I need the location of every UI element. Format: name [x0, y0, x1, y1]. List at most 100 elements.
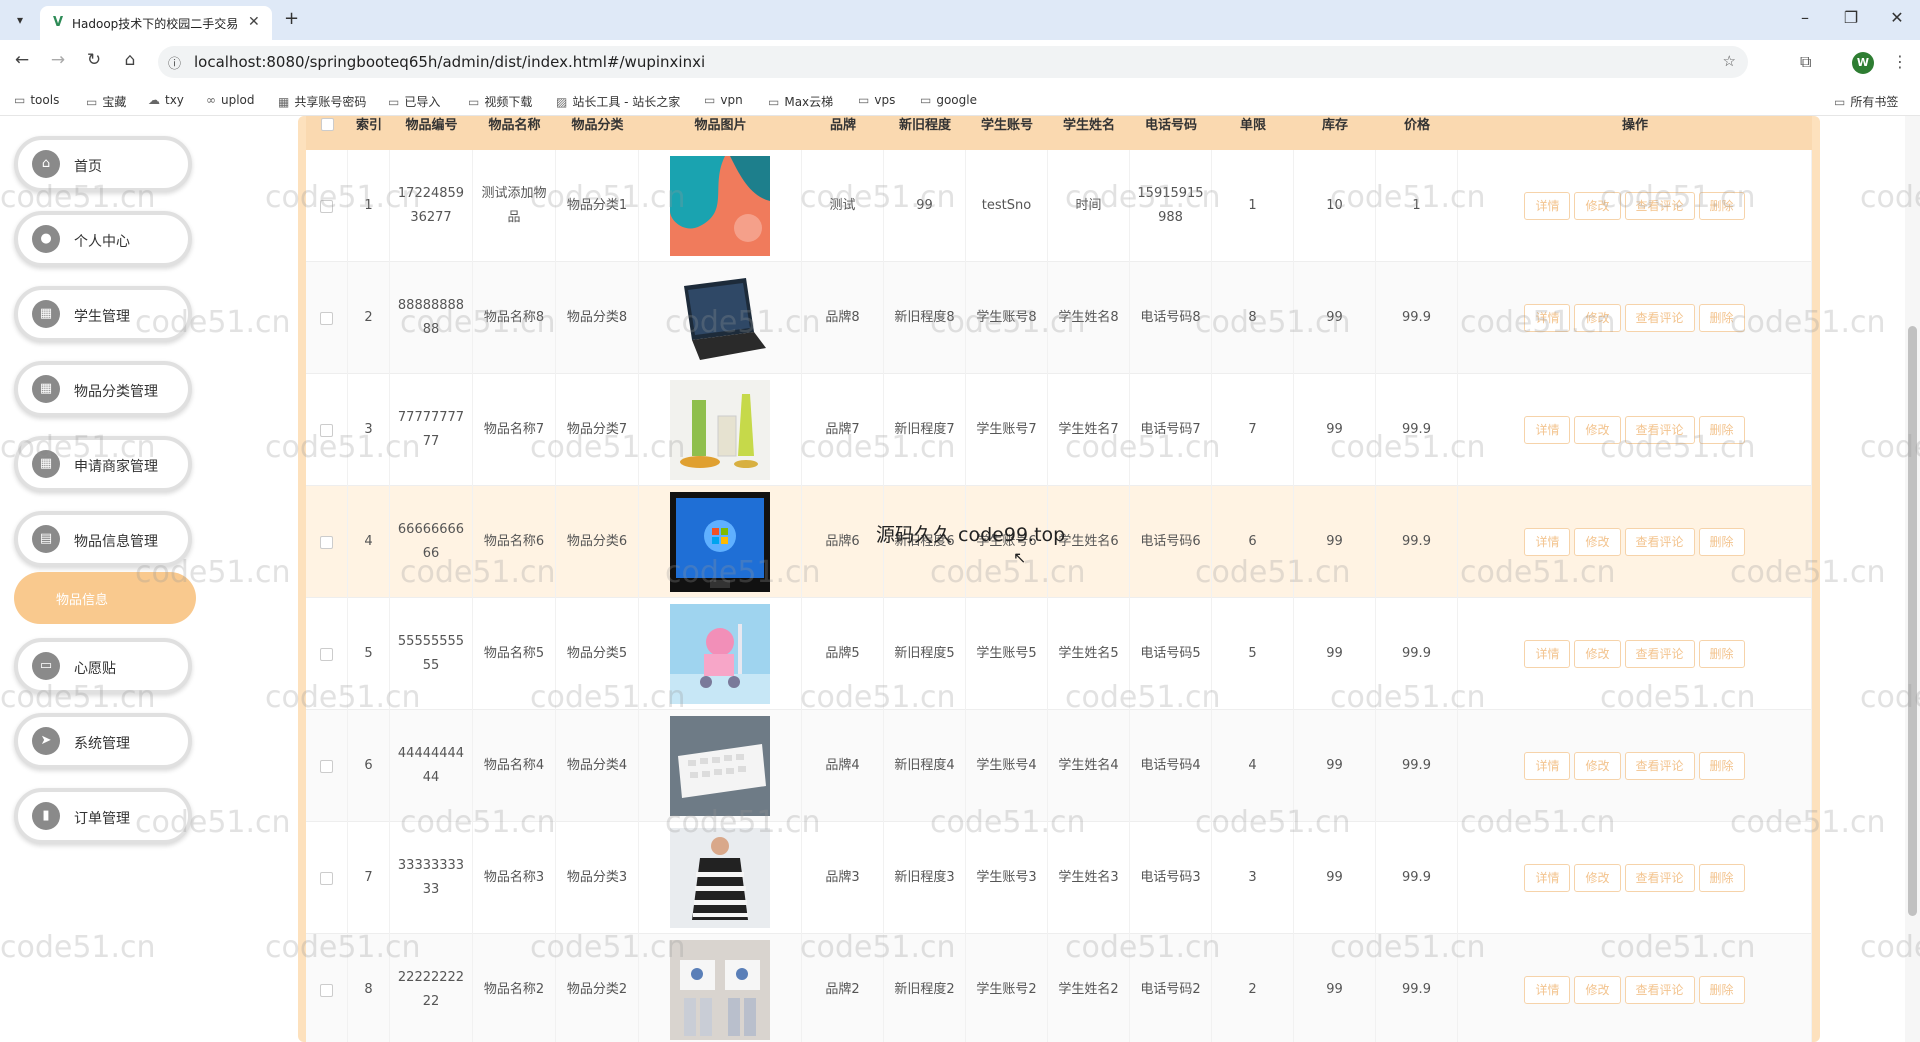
detail-button[interactable]: 详情 — [1524, 640, 1571, 668]
view-comments-button[interactable]: 查看评论 — [1624, 976, 1695, 1004]
table-row[interactable]: 5 5555555555 物品名称5 物品分类5 品牌5 新旧程度5 学生账号5 学生姓名5 电… — [306, 598, 1812, 710]
edit-button[interactable]: 修改 — [1574, 528, 1621, 556]
view-comments-button[interactable]: 查看评论 — [1624, 752, 1695, 780]
forward-arrow-icon[interactable]: → — [46, 50, 70, 70]
delete-button[interactable]: 删除 — [1698, 528, 1745, 556]
sidebar-item-orders[interactable]: ▮ 订单管理 — [14, 788, 192, 844]
site-info-icon[interactable]: ⓘ — [168, 53, 181, 72]
bookmark-item[interactable]: ▭ 已导入 — [388, 93, 440, 110]
edit-button[interactable]: 修改 — [1574, 416, 1621, 444]
column-header: 品牌 — [829, 118, 856, 133]
new-tab-icon[interactable]: + — [284, 8, 299, 29]
table-row[interactable]: 7 3333333333 物品名称3 物品分类3 品牌3 新旧程度3 学生账号3 学生姓名3 电… — [306, 822, 1812, 934]
item-image[interactable] — [670, 268, 770, 368]
item-image[interactable] — [670, 492, 770, 592]
select-all-checkbox[interactable] — [320, 118, 334, 131]
page-scrollbar[interactable] — [1905, 116, 1920, 1042]
tab-list-chevron-icon[interactable]: ▾ — [8, 9, 32, 31]
minimize-icon[interactable]: – — [1790, 8, 1820, 27]
bookmark-item[interactable]: ▦ 共享账号密码 — [278, 93, 366, 110]
delete-button[interactable]: 删除 — [1698, 752, 1745, 780]
extensions-icon[interactable]: ⧉ — [1800, 52, 1811, 72]
delete-button[interactable]: 删除 — [1698, 976, 1745, 1004]
detail-button[interactable]: 详情 — [1524, 864, 1571, 892]
table-row[interactable]: 1 1722485936277 测试添加物品 物品分类1 测试 99 testSno 时间 15… — [306, 150, 1812, 262]
row-checkbox[interactable] — [320, 423, 333, 437]
delete-button[interactable]: 删除 — [1698, 864, 1745, 892]
bookmark-item[interactable]: ▭ vps — [858, 93, 895, 107]
detail-button[interactable]: 详情 — [1524, 752, 1571, 780]
bookmark-item[interactable]: ▭ tools — [14, 93, 59, 107]
bookmark-item[interactable]: ▭ vpn — [704, 93, 743, 107]
table-row[interactable]: 8 2222222222 物品名称2 物品分类2 品牌2 新旧程度2 学生账号2 学生姓名2 电… — [306, 934, 1812, 1042]
close-tab-icon[interactable]: ✕ — [248, 14, 260, 30]
reload-icon[interactable]: ↻ — [82, 50, 106, 70]
view-comments-button[interactable]: 查看评论 — [1624, 528, 1695, 556]
delete-button[interactable]: 删除 — [1698, 192, 1745, 220]
sidebar-item-students[interactable]: ▦ 学生管理 — [14, 286, 192, 342]
bookmark-item[interactable]: ▭ 视频下载 — [468, 93, 532, 110]
more-menu-icon[interactable]: ⋮ — [1892, 52, 1908, 71]
edit-button[interactable]: 修改 — [1574, 640, 1621, 668]
item-image[interactable] — [670, 828, 770, 928]
delete-button[interactable]: 删除 — [1698, 416, 1745, 444]
edit-button[interactable]: 修改 — [1574, 864, 1621, 892]
row-checkbox[interactable] — [320, 647, 333, 661]
sidebar-item-system[interactable]: ➤ 系统管理 — [14, 713, 192, 769]
table-row[interactable]: 3 7777777777 物品名称7 物品分类7 品牌7 新旧程度7 学生账号7 学生姓名7 电… — [306, 374, 1812, 486]
close-window-icon[interactable]: ✕ — [1882, 8, 1912, 27]
edit-button[interactable]: 修改 — [1574, 192, 1621, 220]
view-comments-button[interactable]: 查看评论 — [1624, 416, 1695, 444]
item-image[interactable] — [670, 940, 770, 1040]
bookmark-item[interactable]: ▭ google — [920, 93, 977, 107]
view-comments-button[interactable]: 查看评论 — [1624, 304, 1695, 332]
edit-button[interactable]: 修改 — [1574, 752, 1621, 780]
view-comments-button[interactable]: 查看评论 — [1624, 640, 1695, 668]
sidebar-item-categories[interactable]: ▦ 物品分类管理 — [14, 361, 192, 417]
sidebar-item-wishes[interactable]: ▭ 心愿贴 — [14, 638, 192, 694]
browser-tab[interactable]: V Hadoop技术下的校园二手交易 ✕ — [40, 6, 272, 40]
view-comments-button[interactable]: 查看评论 — [1624, 192, 1695, 220]
all-bookmarks[interactable]: ▭ 所有书签 — [1834, 93, 1898, 110]
select-all-checkbox-cell[interactable] — [306, 116, 348, 150]
detail-button[interactable]: 详情 — [1524, 416, 1571, 444]
sidebar-item-home[interactable]: ⌂ 首页 — [14, 136, 192, 192]
sidebar-subitem-item-info[interactable]: 物品信息 — [14, 572, 196, 624]
bookmark-item[interactable]: ▨ 站长工具 - 站长之家 — [556, 93, 680, 110]
bookmark-item[interactable]: ▭ 宝藏 — [86, 93, 126, 110]
row-checkbox[interactable] — [320, 871, 333, 885]
detail-button[interactable]: 详情 — [1524, 304, 1571, 332]
bookmark-item[interactable]: ∞ uplod — [206, 93, 255, 107]
sidebar-item-profile[interactable]: ● 个人中心 — [14, 211, 192, 267]
row-checkbox[interactable] — [320, 535, 333, 549]
bookmark-item[interactable]: ▭ Max云梯 — [768, 93, 833, 110]
item-image[interactable] — [670, 380, 770, 480]
row-checkbox[interactable] — [320, 311, 333, 325]
table-row[interactable]: 2 8888888888 物品名称8 物品分类8 品牌8 新旧程度8 学生账号8 学生姓名8 电… — [306, 262, 1812, 374]
bookmark-star-icon[interactable]: ☆ — [1723, 52, 1736, 70]
sidebar-item-item-info[interactable]: ▤ 物品信息管理 — [14, 511, 192, 567]
scrollbar-thumb[interactable] — [1908, 326, 1917, 916]
table-row[interactable]: 6 4444444444 物品名称4 物品分类4 品牌4 新旧程度4 学生账号4 学生姓名4 电… — [306, 710, 1812, 822]
sidebar-item-merchants[interactable]: ▦ 申请商家管理 — [14, 436, 192, 492]
back-arrow-icon[interactable]: ← — [10, 50, 34, 70]
row-checkbox[interactable] — [320, 759, 333, 773]
profile-avatar[interactable]: W — [1852, 52, 1874, 74]
detail-button[interactable]: 详情 — [1524, 976, 1571, 1004]
item-image[interactable] — [670, 604, 770, 704]
row-checkbox[interactable] — [320, 983, 333, 997]
edit-button[interactable]: 修改 — [1574, 304, 1621, 332]
delete-button[interactable]: 删除 — [1698, 640, 1745, 668]
edit-button[interactable]: 修改 — [1574, 976, 1621, 1004]
delete-button[interactable]: 删除 — [1698, 304, 1745, 332]
item-image[interactable] — [670, 716, 770, 816]
restore-icon[interactable]: ❐ — [1836, 8, 1866, 27]
detail-button[interactable]: 详情 — [1524, 528, 1571, 556]
address-bar[interactable]: ⓘ localhost:8080/springbooteq65h/admin/d… — [158, 46, 1748, 78]
item-image[interactable] — [670, 156, 770, 256]
row-checkbox[interactable] — [320, 199, 333, 213]
bookmark-item[interactable]: ☁ txy — [148, 93, 184, 107]
detail-button[interactable]: 详情 — [1524, 192, 1571, 220]
view-comments-button[interactable]: 查看评论 — [1624, 864, 1695, 892]
home-button-icon[interactable]: ⌂ — [118, 50, 142, 70]
